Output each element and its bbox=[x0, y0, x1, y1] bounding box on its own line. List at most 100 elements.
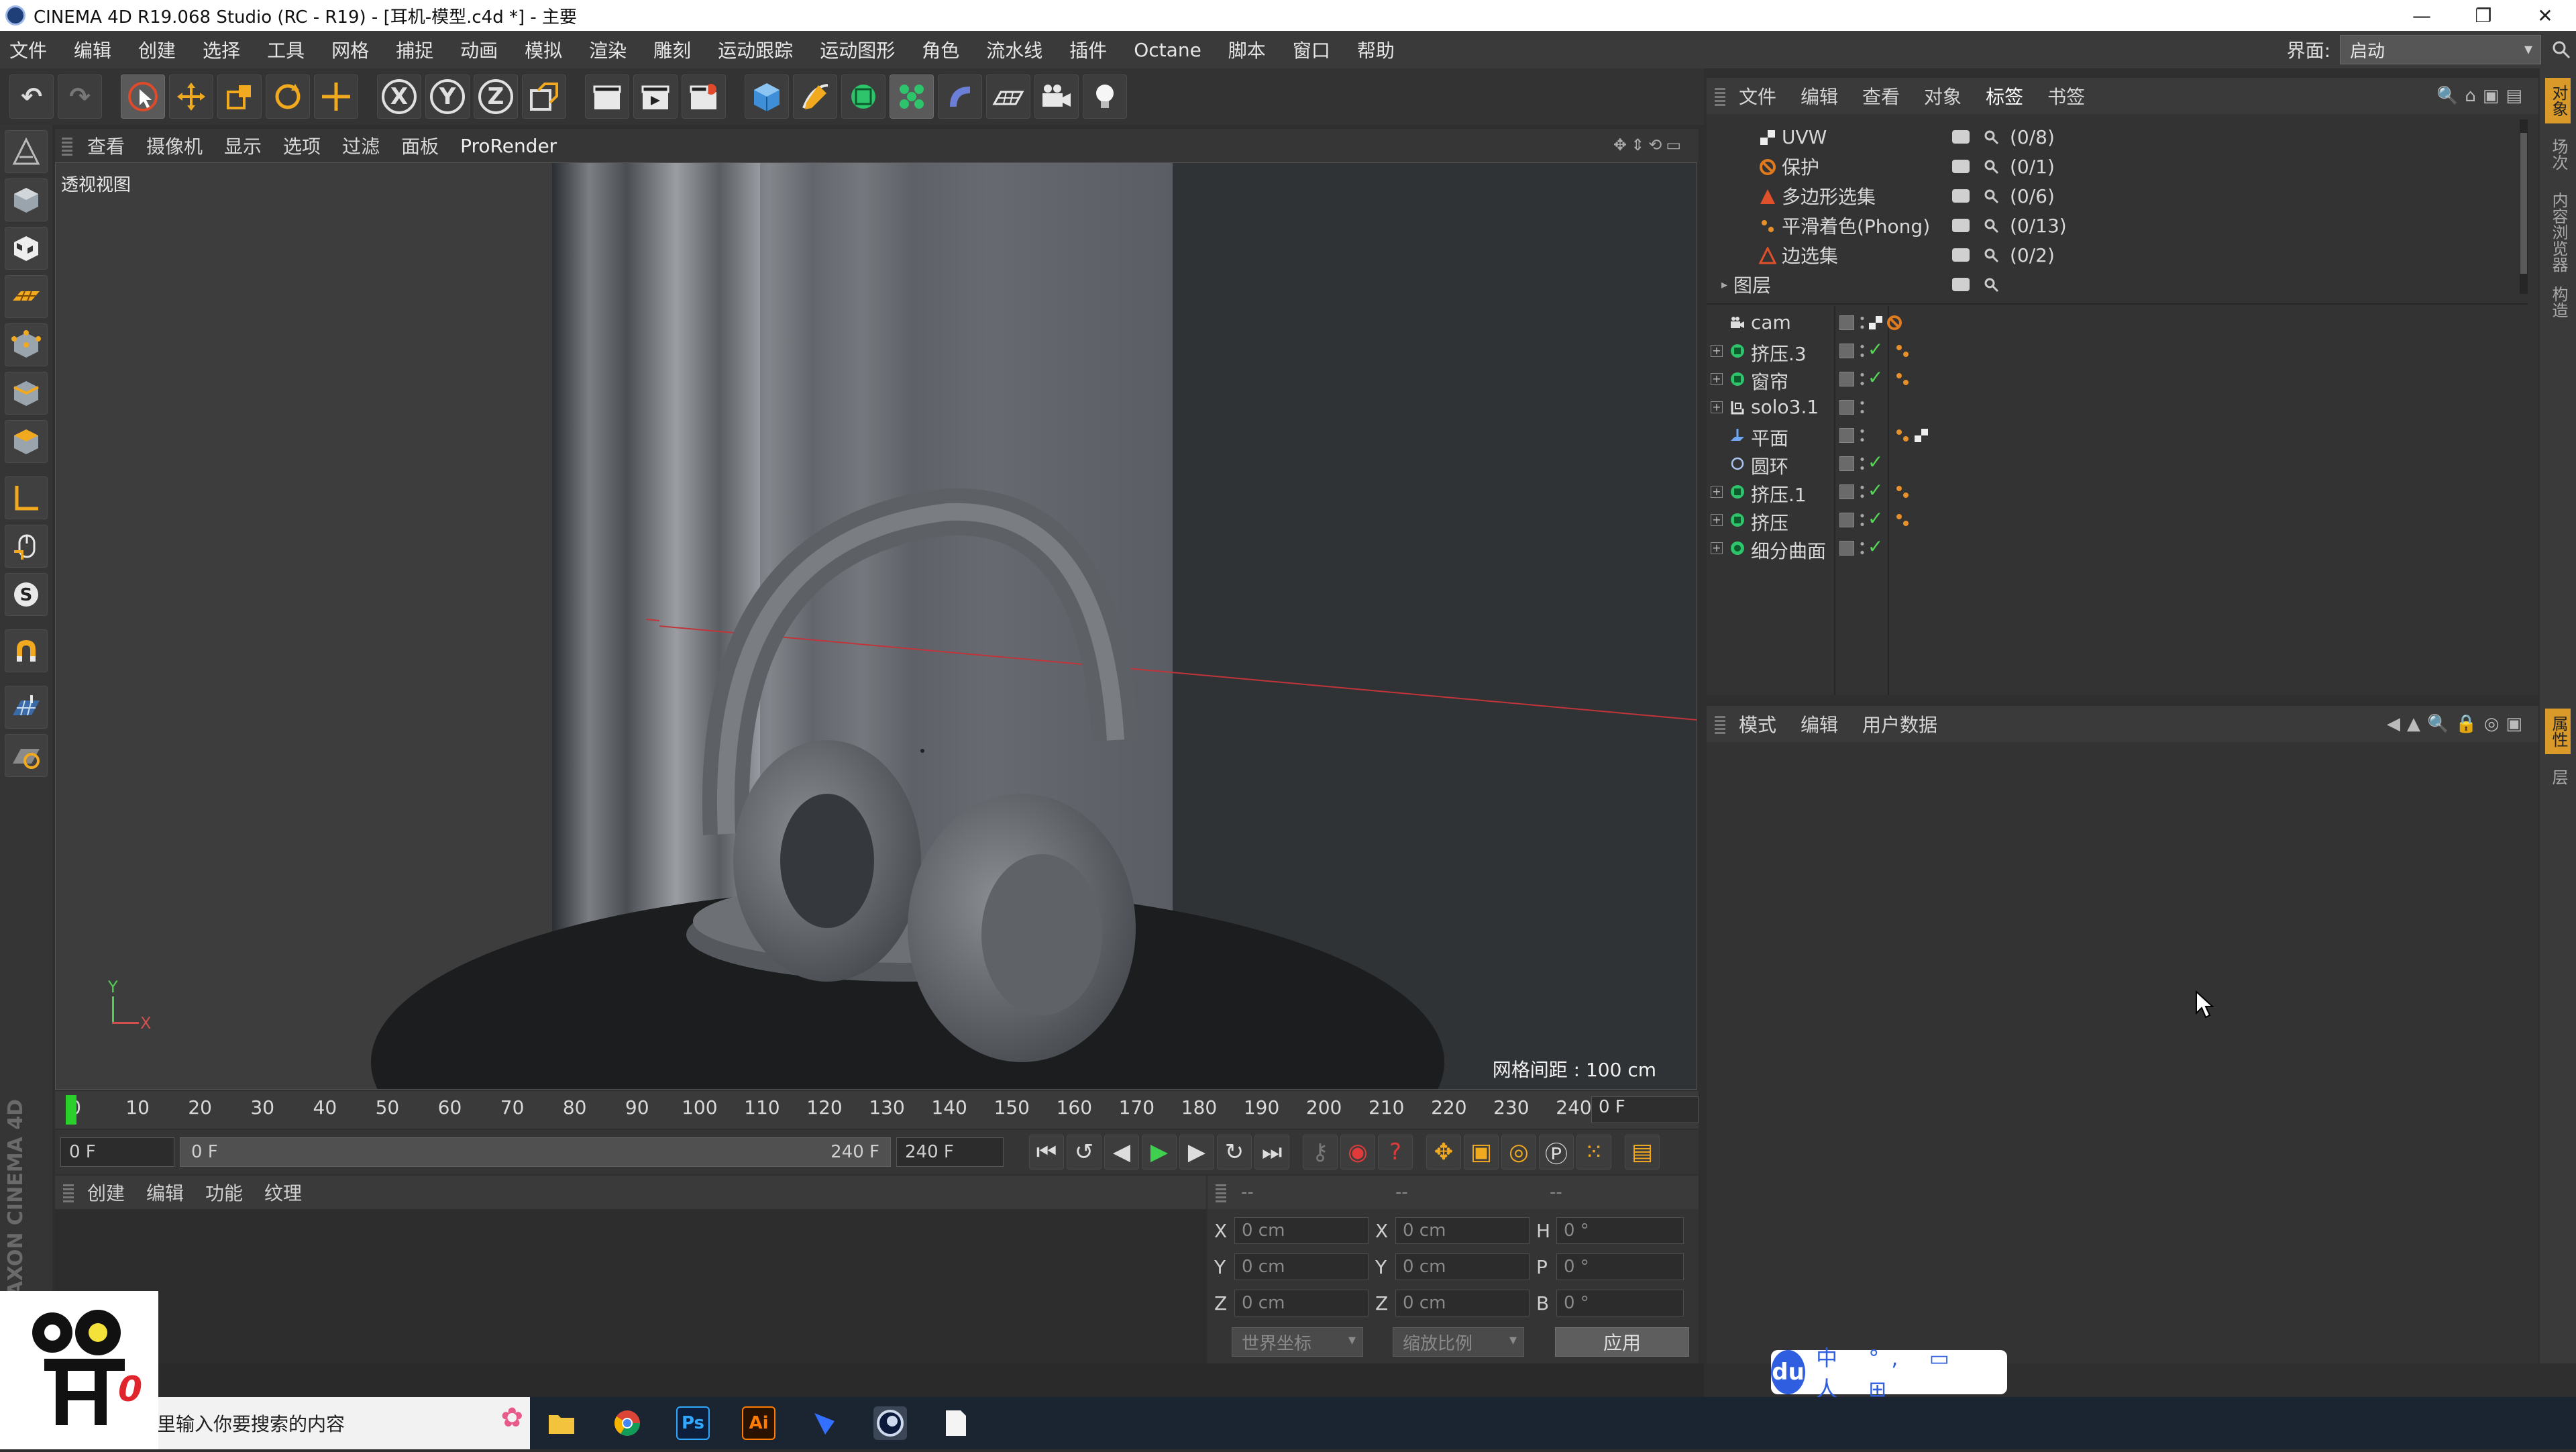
visibility-icon[interactable] bbox=[1952, 160, 1970, 173]
transform-tool-button[interactable] bbox=[314, 74, 358, 119]
uvw-tag-icon[interactable] bbox=[1868, 315, 1884, 331]
scale-mode-dropdown[interactable]: 缩放比例 bbox=[1393, 1327, 1524, 1357]
timeline-layout-button[interactable]: ▤ bbox=[1625, 1135, 1660, 1170]
mograph-cloner-button[interactable] bbox=[890, 74, 934, 119]
object-menu-tags[interactable]: 标签 bbox=[1986, 83, 2023, 109]
visibility-icon[interactable] bbox=[1952, 219, 1970, 232]
size-z-field[interactable]: 0 cm bbox=[1395, 1290, 1529, 1316]
cube-object-button[interactable] bbox=[745, 74, 789, 119]
expand-toggle[interactable]: + bbox=[1711, 373, 1723, 385]
expand-toggle[interactable]: + bbox=[1711, 486, 1723, 498]
apply-button[interactable]: 应用 bbox=[1555, 1327, 1689, 1357]
scale-tool-button[interactable] bbox=[217, 74, 262, 119]
phong-tag-icon[interactable] bbox=[1894, 512, 1911, 528]
material-menu-texture[interactable]: 纹理 bbox=[264, 1179, 302, 1206]
play-button[interactable]: ▶ bbox=[1142, 1135, 1177, 1170]
enabled-check-icon[interactable]: ✓ bbox=[1868, 338, 1883, 360]
menu-character[interactable]: 角色 bbox=[922, 36, 959, 63]
model-mode-button[interactable] bbox=[5, 178, 48, 221]
enabled-check-icon[interactable]: ✓ bbox=[1868, 535, 1883, 558]
polygons-mode-button[interactable] bbox=[5, 420, 48, 463]
tag-row[interactable]: UVW (0/8) bbox=[1707, 122, 2528, 152]
phong-tag-icon[interactable] bbox=[1894, 343, 1911, 359]
side-tab-layers[interactable]: 层 bbox=[2545, 762, 2571, 792]
search-icon[interactable] bbox=[1983, 276, 1999, 293]
chrome-icon[interactable] bbox=[610, 1406, 644, 1440]
expand-toggle[interactable]: + bbox=[1711, 514, 1723, 526]
feishu-icon[interactable] bbox=[808, 1406, 841, 1440]
light-object-button[interactable] bbox=[1083, 74, 1127, 119]
menu-script[interactable]: 脚本 bbox=[1228, 36, 1266, 63]
viewport-menu-display[interactable]: 显示 bbox=[224, 132, 262, 159]
taskbar-search-input[interactable]: 里输入你要搜索的内容 ✿ bbox=[154, 1397, 530, 1449]
editor-visibility-toggle[interactable] bbox=[1839, 428, 1854, 443]
photoshop-icon[interactable]: Ps bbox=[676, 1406, 710, 1440]
panel-grip-icon[interactable] bbox=[62, 136, 72, 156]
side-tab-takes[interactable]: 场次 bbox=[2545, 132, 2571, 177]
menu-mograph[interactable]: 运动图形 bbox=[820, 36, 895, 63]
enabled-check-icon[interactable]: ✓ bbox=[1868, 507, 1883, 529]
rotation-p-field[interactable]: 0 ° bbox=[1556, 1253, 1684, 1280]
render-visibility-dots[interactable] bbox=[1860, 314, 1865, 331]
enabled-check-icon[interactable]: ✓ bbox=[1868, 479, 1883, 501]
timeline-playhead[interactable] bbox=[66, 1095, 76, 1125]
render-visibility-dots[interactable] bbox=[1860, 370, 1865, 388]
object-menu-file[interactable]: 文件 bbox=[1739, 83, 1776, 109]
object-row-circle[interactable]: 圆环 ✓ bbox=[1707, 450, 2534, 478]
camera-object-button[interactable] bbox=[1034, 74, 1079, 119]
snap-button[interactable]: S bbox=[5, 573, 48, 616]
perspective-viewport[interactable]: 透视视图 网格间距 : 100 cm Y X bbox=[55, 162, 1697, 1090]
render-visibility-dots[interactable] bbox=[1860, 483, 1865, 501]
rotation-h-field[interactable]: 0 ° bbox=[1556, 1217, 1684, 1244]
object-row-subdivision[interactable]: + 细分曲面 ✓ bbox=[1707, 534, 2534, 562]
planar-workplane-button[interactable] bbox=[5, 686, 48, 729]
attribute-menu-edit[interactable]: 编辑 bbox=[1801, 711, 1838, 737]
menu-motion-tracking[interactable]: 运动跟踪 bbox=[718, 36, 793, 63]
menu-help[interactable]: 帮助 bbox=[1357, 36, 1395, 63]
rotation-b-field[interactable]: 0 ° bbox=[1556, 1290, 1684, 1316]
viewport-menu-view[interactable]: 查看 bbox=[87, 132, 125, 159]
menu-sculpt[interactable]: 雕刻 bbox=[653, 36, 691, 63]
cinema4d-taskbar-icon[interactable] bbox=[873, 1406, 907, 1440]
current-frame-field[interactable]: 0 F bbox=[1591, 1096, 1699, 1123]
render-visibility-dots[interactable] bbox=[1860, 427, 1865, 444]
tag-row[interactable]: 边选集 (0/2) bbox=[1707, 240, 2528, 270]
object-row-extrude3[interactable]: + 挤压.3 ✓ bbox=[1707, 337, 2534, 365]
visibility-icon[interactable] bbox=[1952, 189, 1970, 203]
object-menu-bookmarks[interactable]: 书签 bbox=[2047, 83, 2085, 109]
side-tab-content-browser[interactable]: 内容浏览器 bbox=[2545, 185, 2571, 279]
object-row-cam[interactable]: cam bbox=[1707, 309, 2534, 337]
visibility-icon[interactable] bbox=[1952, 130, 1970, 144]
tag-tree-scrollbar[interactable] bbox=[2520, 119, 2528, 294]
editor-visibility-toggle[interactable] bbox=[1839, 400, 1854, 415]
record-keys-button[interactable]: ⚷ bbox=[1303, 1135, 1338, 1170]
point-level-animation-button[interactable]: ⁙ bbox=[1576, 1135, 1611, 1170]
search-icon[interactable] bbox=[1983, 217, 1999, 234]
subdivision-surface-button[interactable] bbox=[841, 74, 885, 119]
preview-range-slider[interactable]: 0 F 240 F bbox=[180, 1137, 891, 1167]
axis-mode-button[interactable] bbox=[5, 476, 48, 519]
attribute-nav-icons[interactable]: ◀▲🔍🔒◎▣ bbox=[2387, 714, 2529, 734]
y-axis-lock-button[interactable]: Y bbox=[425, 74, 470, 119]
close-button[interactable]: ✕ bbox=[2514, 0, 2576, 31]
editor-visibility-toggle[interactable] bbox=[1839, 541, 1854, 556]
auto-keying-button[interactable]: ◉ bbox=[1340, 1135, 1375, 1170]
deformer-button[interactable] bbox=[938, 74, 982, 119]
max-frame-field[interactable]: 240 F bbox=[896, 1137, 1004, 1167]
live-selection-button[interactable] bbox=[121, 74, 165, 119]
restore-button[interactable]: ❐ bbox=[2453, 0, 2514, 31]
expand-arrow-icon[interactable]: ▸ bbox=[1721, 278, 1727, 292]
render-visibility-dots[interactable] bbox=[1860, 511, 1865, 529]
side-tab-objects[interactable]: 对象 bbox=[2545, 78, 2571, 123]
go-to-start-button[interactable]: ⏮ bbox=[1029, 1135, 1064, 1170]
protection-tag-icon[interactable] bbox=[1886, 315, 1902, 331]
menu-select[interactable]: 选择 bbox=[203, 36, 240, 63]
menu-create[interactable]: 创建 bbox=[138, 36, 176, 63]
rotate-tool-button[interactable] bbox=[266, 74, 310, 119]
go-to-end-button[interactable]: ⏭ bbox=[1254, 1135, 1289, 1170]
menu-tools[interactable]: 工具 bbox=[267, 36, 305, 63]
menu-pipeline[interactable]: 流水线 bbox=[986, 36, 1042, 63]
attribute-menu-user-data[interactable]: 用户数据 bbox=[1862, 711, 1937, 737]
viewport-menu-cameras[interactable]: 摄像机 bbox=[146, 132, 203, 159]
editor-visibility-toggle[interactable] bbox=[1839, 372, 1854, 386]
